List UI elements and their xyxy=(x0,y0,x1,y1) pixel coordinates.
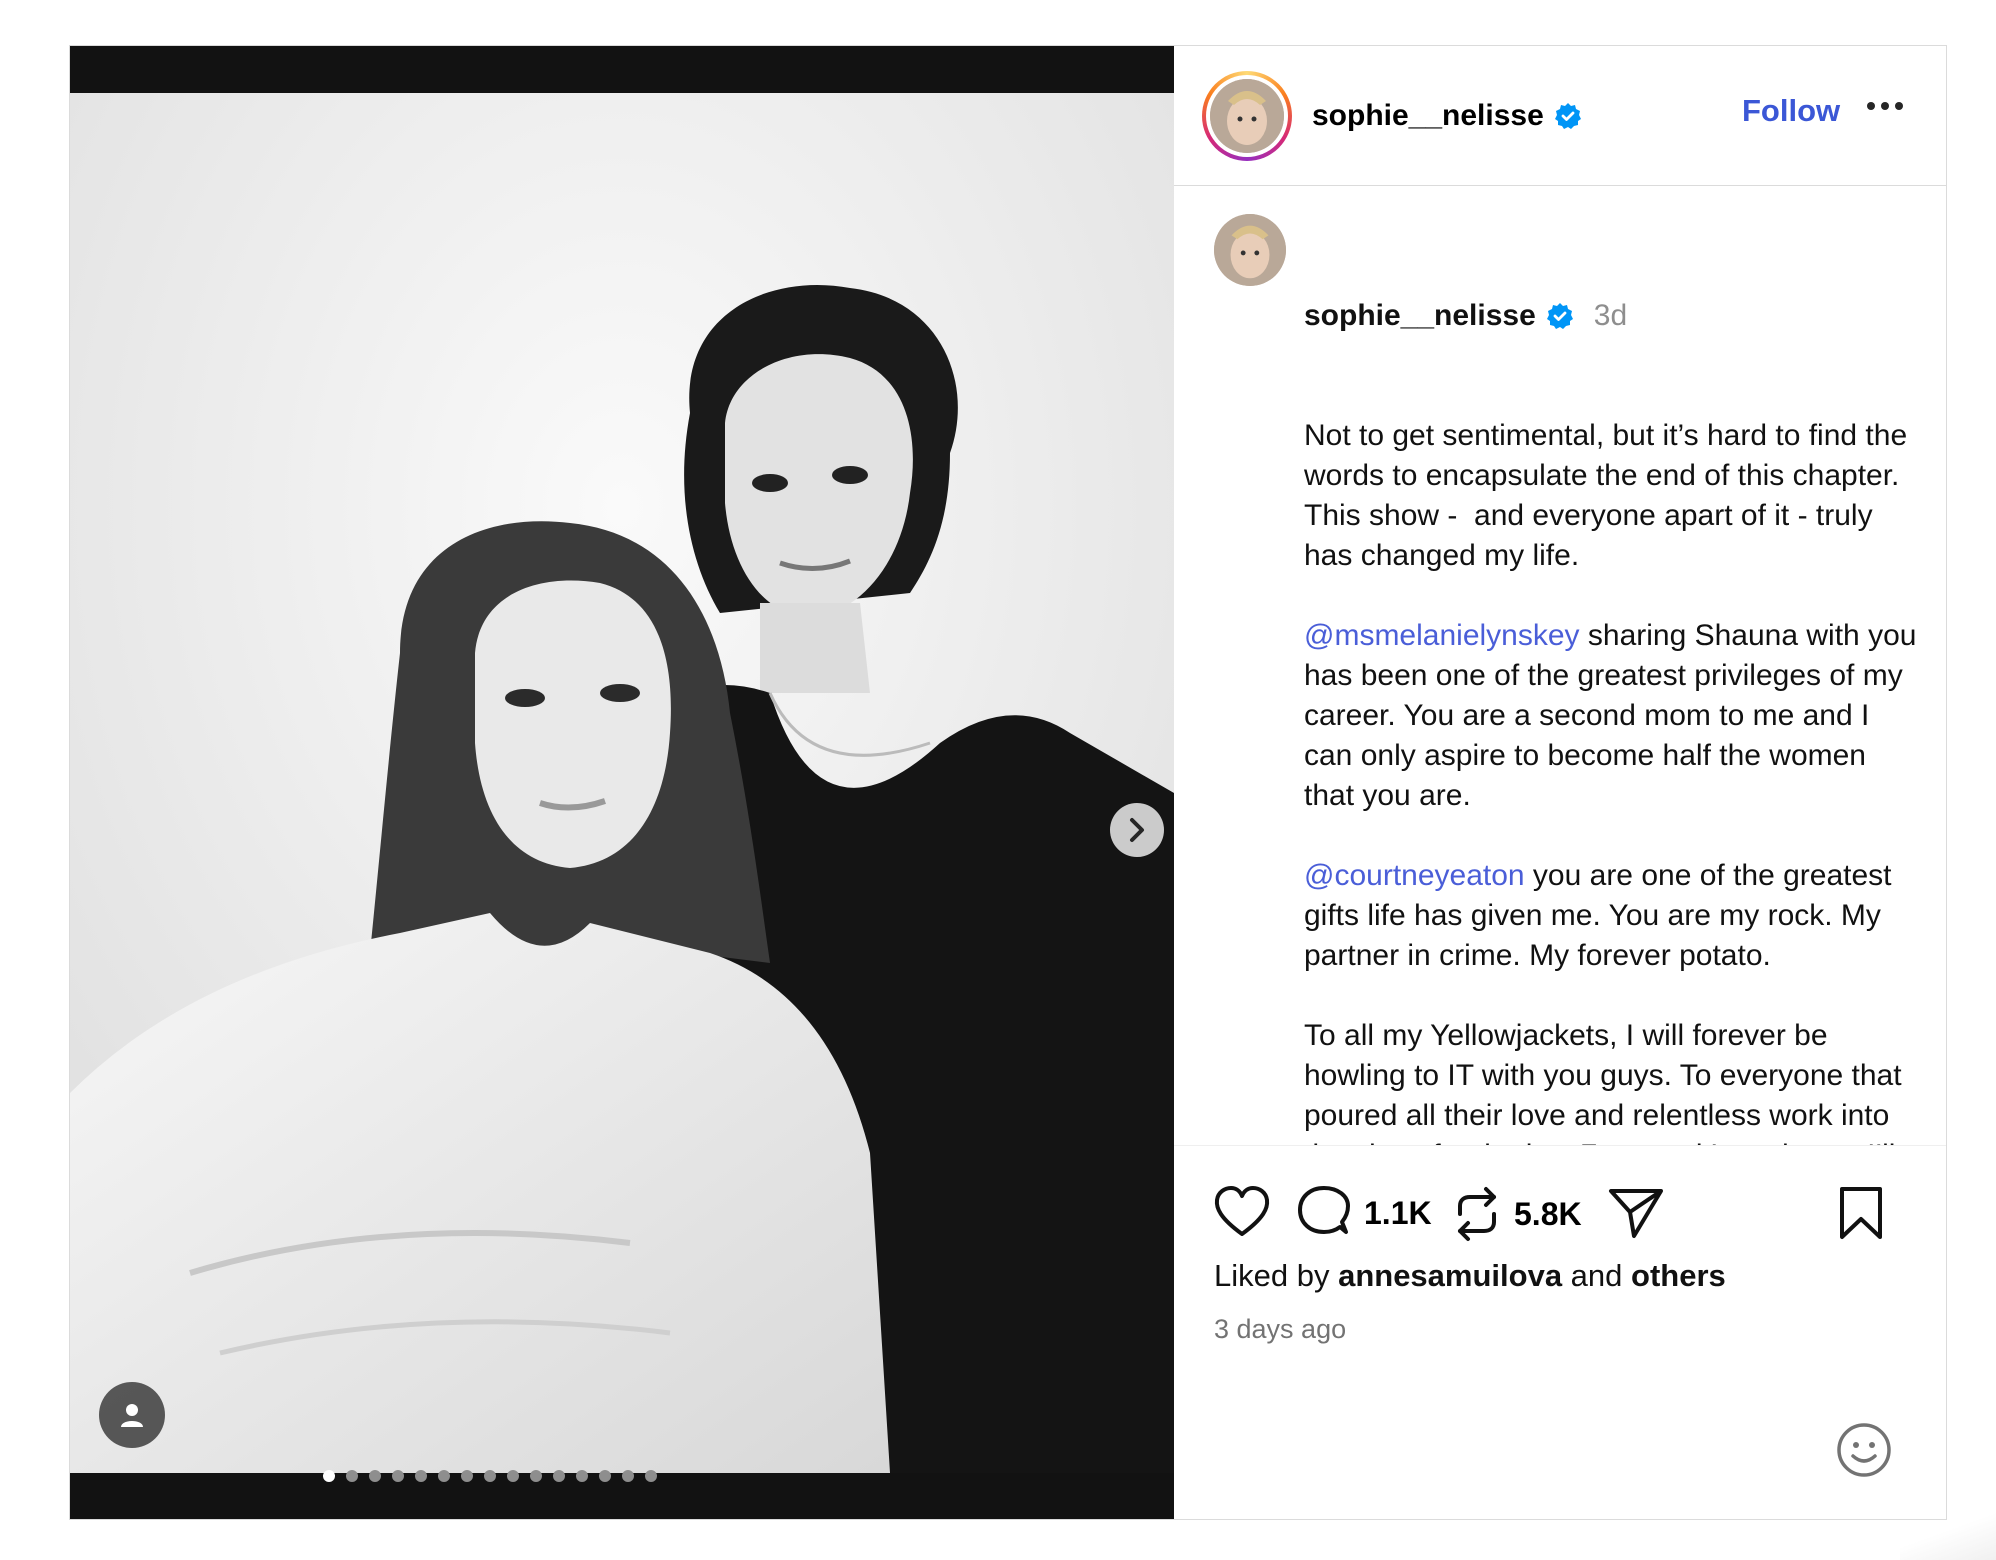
caption-paragraphs: Not to get sentimental, but it’s hard to… xyxy=(1304,416,1924,1145)
more-horizontal-icon xyxy=(1867,102,1903,110)
caption-paragraph: @msmelanielynskey sharing Shauna with yo… xyxy=(1304,616,1924,816)
carousel-dot xyxy=(576,1470,588,1482)
carousel-dot xyxy=(599,1470,611,1482)
verified-badge-icon xyxy=(1554,102,1581,129)
caption-header: sophie__nelisse 3d xyxy=(1304,296,1924,336)
caption-area: sophie__nelisse 3d Not to get sentimenta… xyxy=(1174,186,1946,1146)
carousel-indicator xyxy=(70,1470,1174,1482)
post-time-short[interactable]: 3d xyxy=(1594,296,1627,336)
liked-by-prefix: Liked by xyxy=(1214,1258,1339,1293)
tagged-users-button[interactable] xyxy=(99,1382,165,1448)
carousel-dot xyxy=(461,1470,473,1482)
username-text[interactable]: sophie__nelisse xyxy=(1312,99,1544,133)
post-time-long[interactable]: 3 days ago xyxy=(1214,1314,1346,1345)
mention-link[interactable]: @courtneyeaton xyxy=(1304,859,1525,892)
caption-paragraph-text: To all my Yellowjackets, I will forever … xyxy=(1304,1019,1902,1145)
carousel-dot xyxy=(622,1470,634,1482)
post-dialog: sophie__nelisse Follow sophie__nelisse 3… xyxy=(69,45,1947,1520)
bookmark-icon xyxy=(1840,1187,1882,1239)
mention-link[interactable]: @msmelanielynskey xyxy=(1304,619,1580,652)
carousel-dot xyxy=(484,1470,496,1482)
comment-bubble-icon xyxy=(1298,1186,1350,1234)
caption-paragraph: To all my Yellowjackets, I will forever … xyxy=(1304,1016,1924,1145)
next-slide-button[interactable] xyxy=(1110,803,1164,857)
caption-paragraph: @courtneyeaton you are one of the greate… xyxy=(1304,856,1924,976)
carousel-dot xyxy=(553,1470,565,1482)
avatar-ring-gap xyxy=(1206,74,1288,157)
emoji-button[interactable] xyxy=(1836,1422,1892,1483)
liked-by-and: and xyxy=(1562,1258,1632,1293)
carousel-dot xyxy=(438,1470,450,1482)
reposts-count: 5.8K xyxy=(1514,1195,1582,1232)
carousel-dot xyxy=(645,1470,657,1482)
share-button[interactable] xyxy=(1608,1186,1664,1240)
caption-paragraph-text: Not to get sentimental, but it’s hard to… xyxy=(1304,419,1916,572)
verified-badge-icon xyxy=(1546,303,1573,329)
carousel-dot xyxy=(507,1470,519,1482)
liked-by-user[interactable]: annesamuilova xyxy=(1338,1258,1562,1293)
comment-button[interactable]: 1.1K xyxy=(1296,1186,1432,1240)
post-media xyxy=(70,46,1174,1519)
story-ring-avatar[interactable] xyxy=(1202,70,1292,161)
save-button[interactable] xyxy=(1838,1186,1884,1240)
post-side-panel: sophie__nelisse Follow sophie__nelisse 3… xyxy=(1174,46,1946,1519)
user-tag-icon xyxy=(121,1404,143,1427)
comments-count: 1.1K xyxy=(1364,1194,1432,1231)
page-corner-shadow xyxy=(1900,1500,1996,1560)
liked-by-others[interactable]: others xyxy=(1631,1258,1726,1293)
carousel-dot xyxy=(323,1470,335,1482)
carousel-dot xyxy=(530,1470,542,1482)
send-icon xyxy=(1609,1189,1663,1238)
more-options-button[interactable] xyxy=(1866,98,1904,116)
header-username[interactable]: sophie__nelisse xyxy=(1312,99,1582,133)
caption-paragraph: Not to get sentimental, but it’s hard to… xyxy=(1304,416,1924,576)
caption-avatar[interactable] xyxy=(1214,214,1286,286)
carousel-dot xyxy=(415,1470,427,1482)
carousel-dot xyxy=(346,1470,358,1482)
caption-username[interactable]: sophie__nelisse xyxy=(1304,296,1536,336)
follow-button[interactable]: Follow xyxy=(1742,93,1840,129)
like-button[interactable] xyxy=(1214,1186,1270,1238)
caption-text: sophie__nelisse 3d Not to get sentimenta… xyxy=(1304,216,1924,1145)
carousel-dot xyxy=(369,1470,381,1482)
emoji-smile-icon xyxy=(1837,1423,1891,1477)
chevron-right-icon xyxy=(1130,818,1144,842)
repost-icon xyxy=(1458,1187,1496,1241)
photo-image xyxy=(70,93,1174,1473)
carousel-dot xyxy=(392,1470,404,1482)
avatar xyxy=(1210,78,1284,153)
likes-summary: Liked by annesamuilova and others xyxy=(1214,1258,1726,1294)
repost-button[interactable]: 5.8K xyxy=(1452,1186,1582,1242)
post-header: sophie__nelisse Follow xyxy=(1174,46,1946,186)
post-photo[interactable] xyxy=(70,93,1174,1473)
heart-icon xyxy=(1214,1186,1270,1236)
